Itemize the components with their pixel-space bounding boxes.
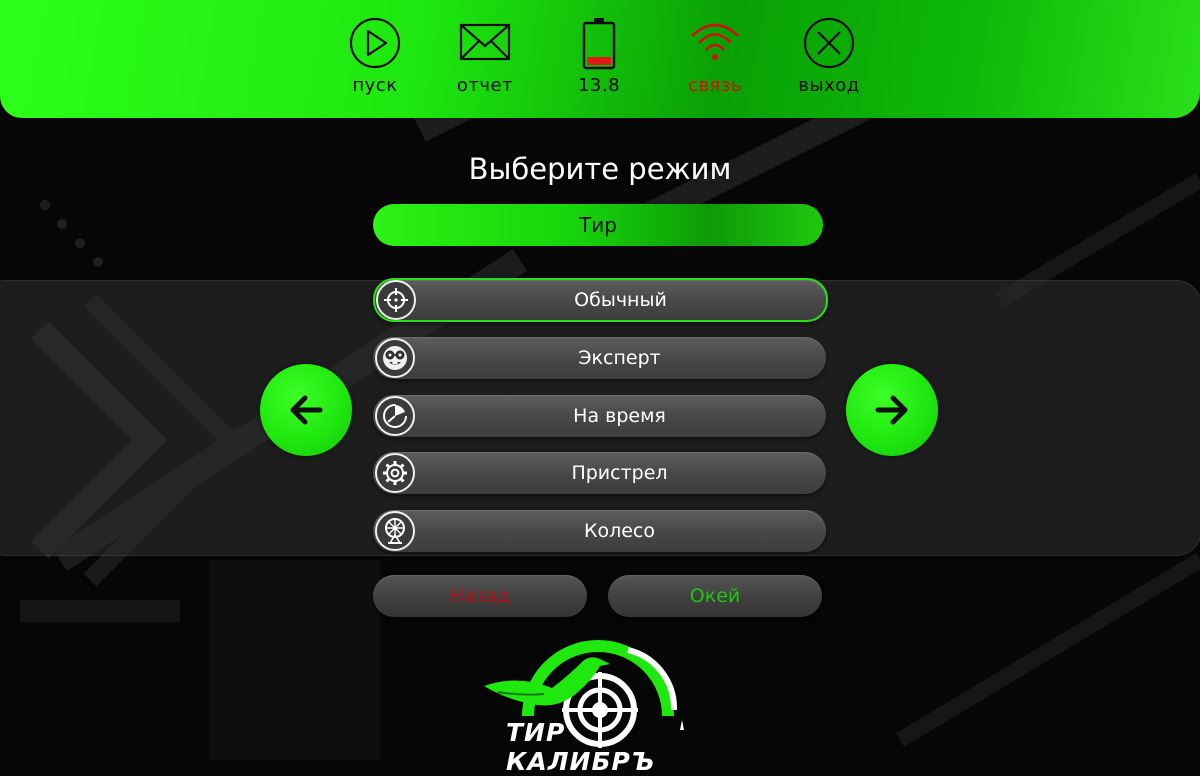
battery-icon (582, 18, 616, 70)
option-icon-wrap (375, 453, 415, 493)
option-icon-wrap (375, 396, 415, 436)
nerd-face-icon (383, 346, 407, 370)
close-circle-icon (803, 17, 855, 69)
battery-status: 13.8 (544, 16, 654, 100)
next-arrow-button[interactable] (846, 364, 938, 456)
wifi-icon (691, 23, 739, 60)
mode-selector[interactable]: Тир (373, 204, 823, 246)
option-icon-wrap (375, 338, 415, 378)
start-button[interactable]: пуск (320, 16, 430, 100)
prev-arrow-button[interactable] (260, 364, 352, 456)
wheel-icon (385, 518, 405, 544)
option-label: Эксперт (578, 347, 661, 369)
envelope-icon (459, 23, 511, 61)
page-title: Выберите режим (468, 152, 732, 186)
option-label: На время (573, 405, 666, 427)
play-icon (349, 17, 401, 69)
connection-label: связь (687, 75, 742, 96)
option-zeroing[interactable]: Пристрел (373, 452, 826, 494)
exit-label: выход (798, 75, 860, 96)
option-expert[interactable]: Эксперт (373, 337, 826, 379)
back-button[interactable]: Назад (373, 575, 587, 617)
arrow-right-icon (875, 395, 908, 425)
gear-icon (383, 461, 407, 485)
report-label: отчет (456, 75, 514, 96)
connection-button[interactable]: связь (660, 16, 770, 100)
ok-button[interactable]: Окей (608, 575, 822, 617)
arrow-left-icon (290, 395, 323, 425)
report-button[interactable]: отчет (430, 16, 540, 100)
exit-button[interactable]: выход (774, 16, 884, 100)
timer-icon (383, 404, 407, 428)
top-bar: пуск отчет 13.8 связь выход (0, 0, 1200, 118)
crosshair-icon (384, 288, 408, 312)
option-label: Пристрел (571, 462, 668, 484)
option-icon-wrap (376, 280, 416, 320)
brand-logo-text: ТИР КАЛИБРЪ (506, 718, 656, 776)
option-timed[interactable]: На время (373, 395, 826, 437)
battery-voltage: 13.8 (577, 75, 621, 96)
option-label: Колесо (583, 520, 656, 542)
option-label: Обычный (574, 289, 667, 311)
option-wheel[interactable]: Колесо (373, 510, 826, 552)
option-normal[interactable]: Обычный (373, 278, 828, 322)
start-label: пуск (352, 75, 398, 96)
mode-label: Тир (579, 213, 617, 237)
option-icon-wrap (375, 511, 415, 551)
